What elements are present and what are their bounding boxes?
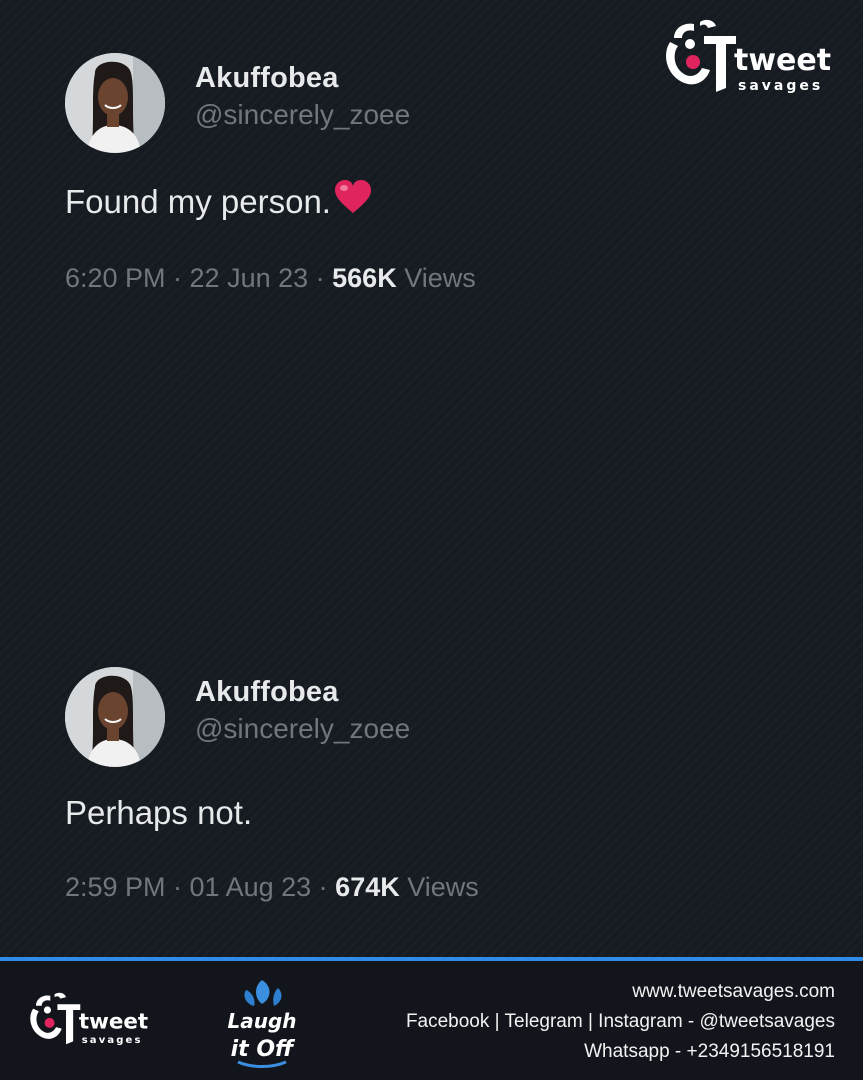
svg-text:tweet: tweet [79, 1010, 148, 1035]
tweet-text-content: Found my person. [65, 182, 331, 220]
footer: tweet savages Laugh it Off www.tweetsava… [0, 961, 863, 1080]
user-handle[interactable]: @sincerely_zoee [195, 711, 410, 747]
tweet-card: Akuffobea @sincerely_zoee Perhaps not. 2… [65, 667, 805, 905]
laugh-it-off-logo: Laugh it Off [222, 976, 302, 1071]
tweet-timestamp[interactable]: 2:59 PM · 01 Aug 23 · [65, 872, 335, 902]
tweet-card: Akuffobea @sincerely_zoee Found my perso… [65, 53, 805, 296]
footer-contact-info: www.tweetsavages.com Facebook | Telegram… [406, 977, 835, 1067]
social-links[interactable]: Facebook | Telegram | Instagram - @tweet… [406, 1007, 835, 1037]
tweet-meta: 2:59 PM · 01 Aug 23 · 674K Views [65, 869, 805, 905]
views-count: 566K [332, 263, 397, 293]
user-handle[interactable]: @sincerely_zoee [195, 97, 410, 133]
tweet-author: Akuffobea @sincerely_zoee [195, 61, 410, 133]
svg-text:savages: savages [82, 1035, 143, 1046]
tweet-header: Akuffobea @sincerely_zoee [65, 667, 805, 767]
tweet-text-content: Perhaps not. [65, 794, 253, 831]
svg-text:it Off: it Off [231, 1037, 296, 1062]
tweet-author: Akuffobea @sincerely_zoee [195, 675, 410, 747]
tweet-text: Found my person. [65, 179, 805, 224]
tweet-meta: 6:20 PM · 22 Jun 23 · 566K Views [65, 260, 805, 296]
views-count: 674K [335, 872, 400, 902]
display-name[interactable]: Akuffobea [195, 61, 410, 95]
tweet-savages-footer-logo: tweet savages [26, 989, 151, 1051]
svg-text:Laugh: Laugh [227, 1009, 296, 1033]
display-name[interactable]: Akuffobea [195, 675, 410, 709]
views-label: Views [399, 872, 479, 902]
tweet-header: Akuffobea @sincerely_zoee [65, 53, 805, 153]
website-link[interactable]: www.tweetsavages.com [406, 977, 835, 1007]
whatsapp-contact[interactable]: Whatsapp - +2349156518191 [406, 1037, 835, 1067]
heart-icon [333, 179, 373, 224]
tweet-text: Perhaps not. [65, 793, 805, 833]
views-label: Views [396, 263, 476, 293]
avatar[interactable] [65, 667, 165, 767]
avatar[interactable] [65, 53, 165, 153]
tweet-timestamp[interactable]: 6:20 PM · 22 Jun 23 · [65, 263, 332, 293]
